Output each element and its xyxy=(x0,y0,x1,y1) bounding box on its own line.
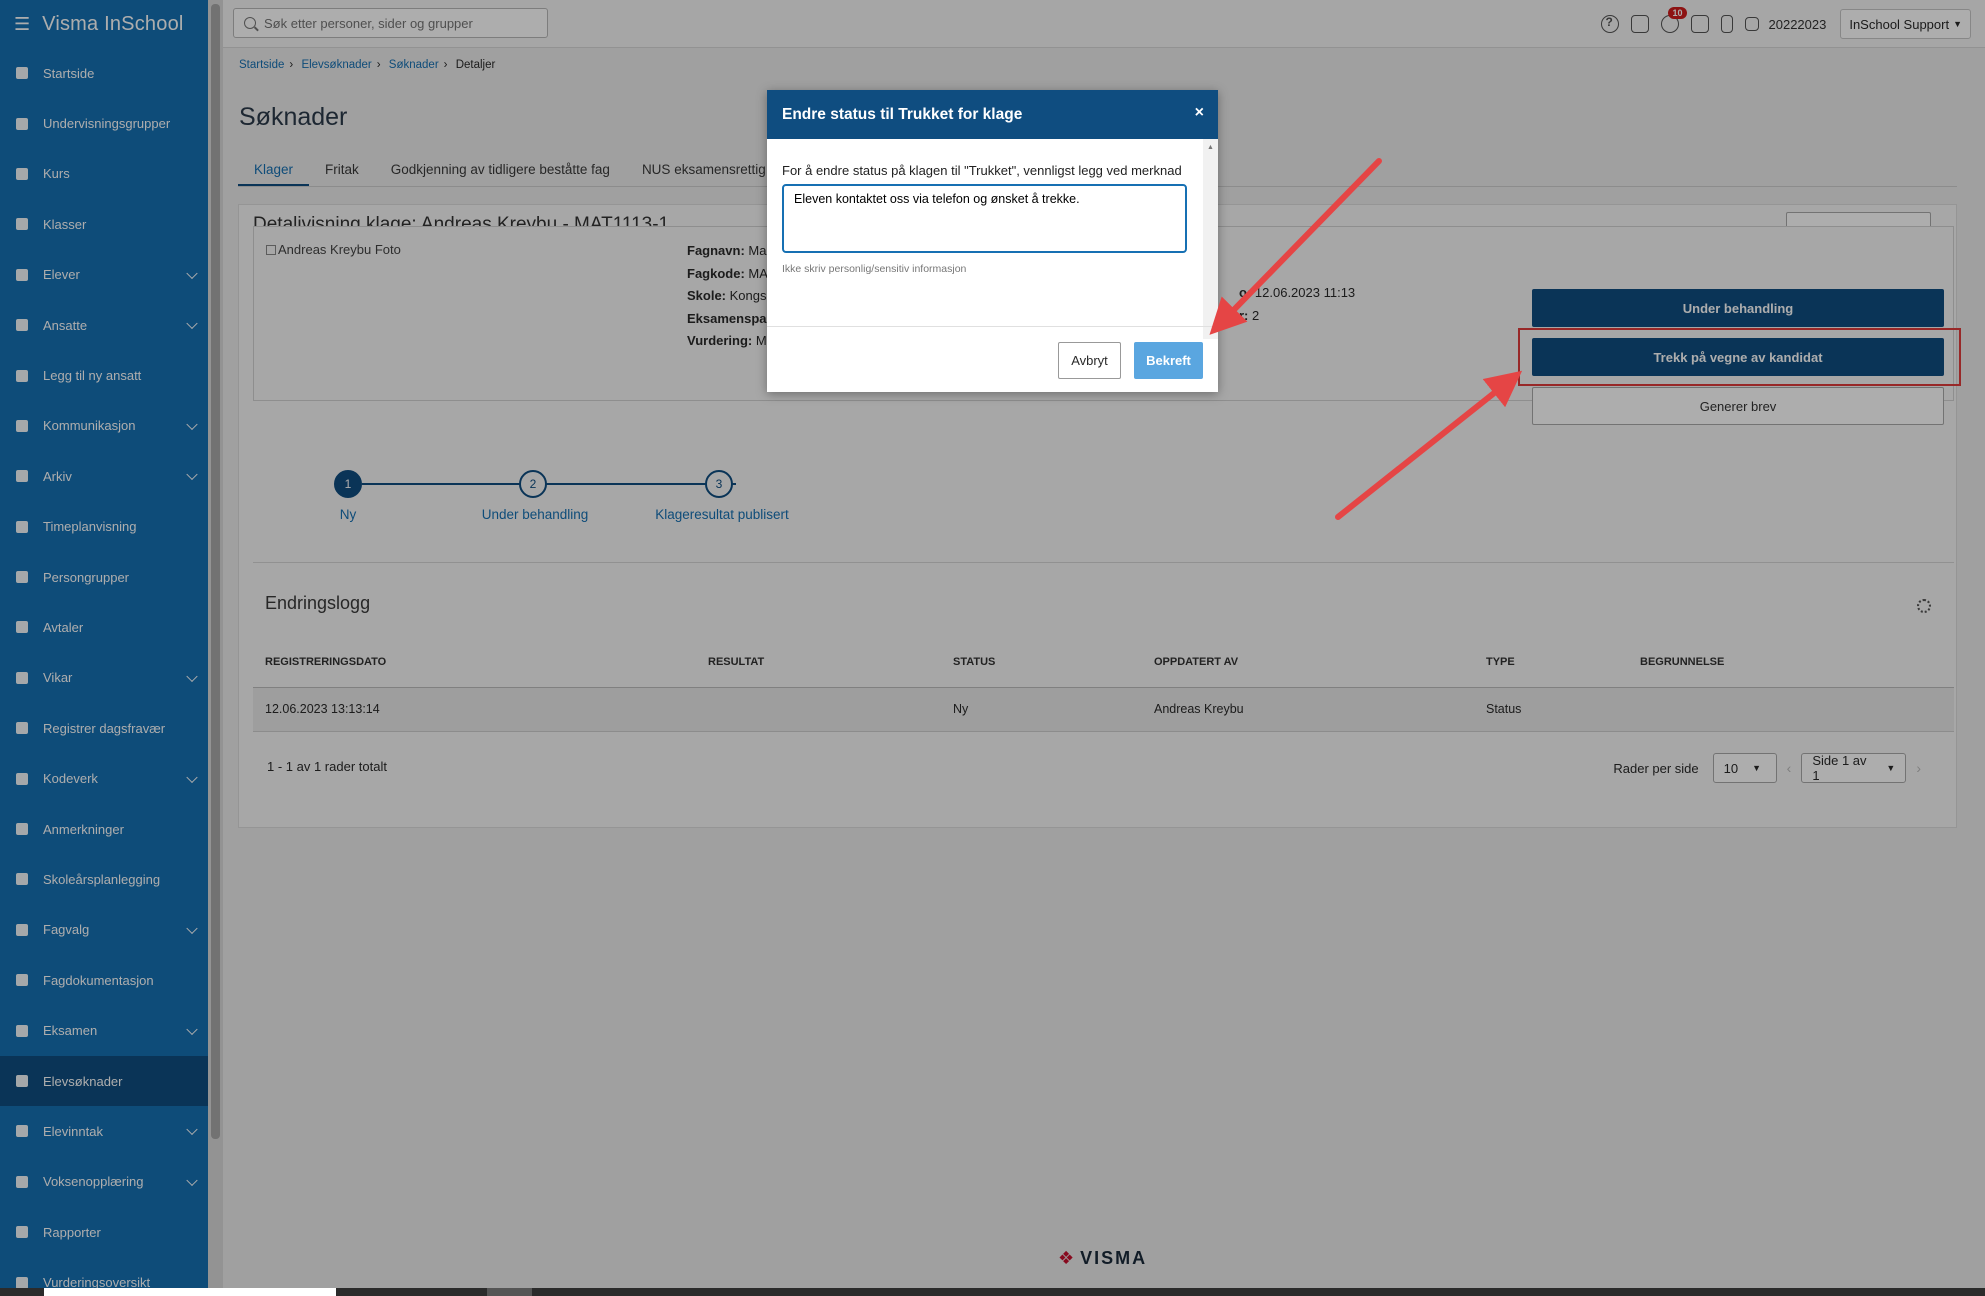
modal-footer: Avbryt Bekreft xyxy=(767,326,1218,392)
remark-textarea[interactable] xyxy=(782,184,1187,253)
taskbar-item[interactable] xyxy=(487,1288,532,1296)
taskbar-item[interactable] xyxy=(44,1288,336,1296)
modal-instructions: For å endre status på klagen til "Trukke… xyxy=(782,163,1182,178)
os-taskbar xyxy=(0,1288,1985,1296)
change-status-modal: Endre status til Trukket for klage × ▲ F… xyxy=(767,90,1218,392)
close-icon[interactable]: × xyxy=(1195,104,1204,122)
scroll-up-icon[interactable]: ▲ xyxy=(1207,144,1214,151)
modal-header: Endre status til Trukket for klage × xyxy=(767,90,1218,139)
confirm-button[interactable]: Bekreft xyxy=(1134,342,1203,379)
modal-title: Endre status til Trukket for klage xyxy=(782,105,1023,123)
modal-scrollbar[interactable]: ▲ xyxy=(1203,139,1218,339)
privacy-hint: Ikke skriv personlig/sensitiv informasjo… xyxy=(782,263,967,275)
cancel-button[interactable]: Avbryt xyxy=(1058,342,1121,379)
modal-body: For å endre status på klagen til "Trukke… xyxy=(782,162,1192,278)
